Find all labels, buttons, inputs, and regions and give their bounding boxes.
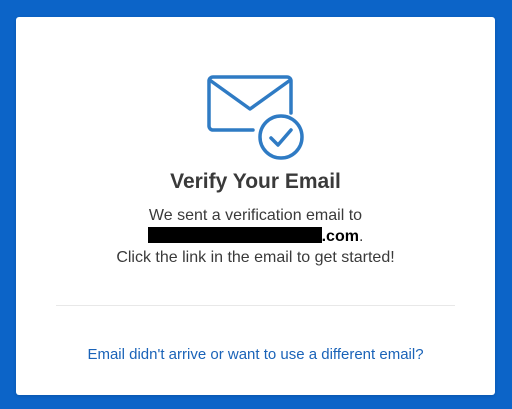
message-line-3: Click the link in the email to get start… [116,249,395,266]
verification-message: We sent a verification email to .com. Cl… [16,205,495,268]
different-email-link[interactable]: Email didn't arrive or want to use a dif… [16,345,495,365]
redacted-email-block [147,227,322,243]
email-domain-suffix: .com [321,228,359,245]
email-address-line: .com. [16,226,495,247]
verify-email-card: Verify Your Email We sent a verification… [16,17,495,395]
message-line-1: We sent a verification email to [148,207,363,224]
email-line-period: . [358,228,364,245]
page-title: Verify Your Email [170,170,341,193]
divider [56,305,455,306]
envelope-check-icon [205,73,305,163]
